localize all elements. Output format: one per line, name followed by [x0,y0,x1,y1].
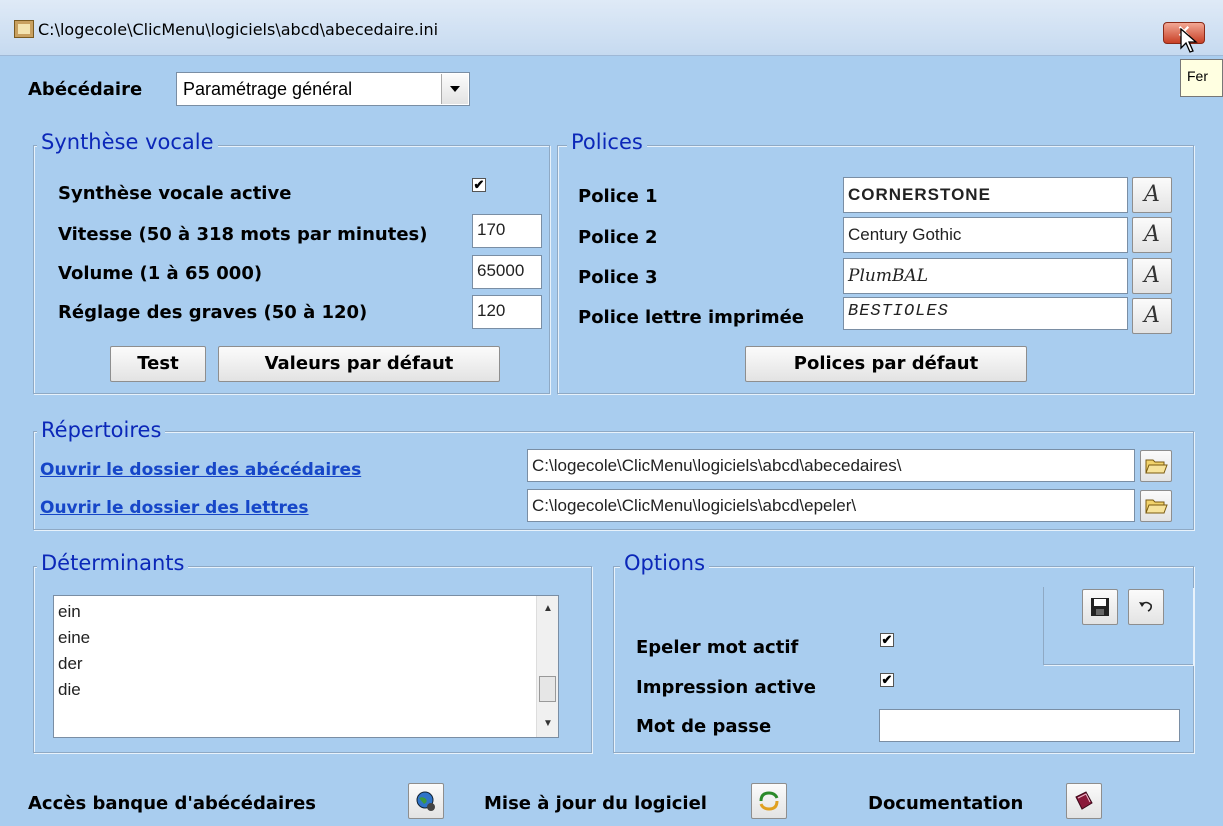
book-icon [1075,791,1093,810]
browse-lettres-button[interactable] [1140,490,1172,522]
folder-open-icon [1145,459,1168,474]
fonts-defaults-button[interactable]: Polices par défaut [745,346,1027,382]
vitesse-label: Vitesse (50 à 318 mots par minutes) [58,224,428,245]
options-title: Options [620,551,710,575]
chevron-down-icon [450,86,460,92]
determinants-title: Déterminants [37,551,189,575]
window-title: C:\logecole\ClicMenu\logiciels\abcd\abec… [38,20,439,39]
list-item[interactable]: eine [58,628,90,648]
scroll-thumb[interactable] [539,676,556,702]
police3-font-button[interactable]: A [1132,258,1172,294]
mouse-cursor-icon [1180,28,1198,53]
close-tooltip: Fer [1180,59,1223,97]
police3-label: Police 3 [578,267,658,288]
police2-font-button[interactable]: A [1132,217,1172,253]
scroll-up-icon[interactable]: ▲ [537,598,559,620]
vitesse-input[interactable]: 170 [472,214,542,248]
police1-label: Police 1 [578,186,658,207]
scroll-down-icon[interactable]: ▼ [537,713,559,735]
police1-font-button[interactable]: A [1132,177,1172,213]
list-item[interactable]: die [58,680,81,700]
test-button[interactable]: Test [110,346,206,382]
synthese-active-checkbox[interactable]: ✔ [472,178,486,192]
banque-label: Accès banque d'abécédaires [28,793,316,814]
banque-button[interactable] [408,783,444,819]
police2-label: Police 2 [578,227,658,248]
synthese-title: Synthèse vocale [37,130,218,154]
police-lettre-font-button[interactable]: A [1132,298,1172,334]
voice-defaults-button[interactable]: Valeurs par défaut [218,346,500,382]
browse-abecedaires-button[interactable] [1140,450,1172,482]
update-icon [759,791,779,811]
globe-icon [416,791,435,811]
list-scrollbar[interactable]: ▲ ▼ [536,596,558,737]
save-button[interactable] [1082,589,1118,625]
abecedaire-label: Abécédaire [28,79,143,100]
font-icon: A [1144,263,1160,288]
polices-title: Polices [567,130,647,154]
undo-button[interactable] [1128,589,1164,625]
volume-label: Volume (1 à 65 000) [58,263,263,284]
password-field[interactable] [879,709,1180,742]
abecedaire-select-value: Paramétrage général [183,79,353,99]
folder-open-icon [1145,499,1168,514]
abecedaires-path-field[interactable]: C:\logecole\ClicMenu\logiciels\abcd\abec… [527,449,1135,482]
undo-icon [1139,601,1152,612]
doc-label: Documentation [868,793,1024,814]
volume-input[interactable]: 65000 [472,255,542,289]
list-item[interactable]: der [58,654,83,674]
font-icon: A [1144,182,1160,207]
police-lettre-label: Police lettre imprimée [578,307,805,328]
impression-label: Impression active [636,677,816,698]
maj-label: Mise à jour du logiciel [484,793,707,814]
list-item[interactable]: ein [58,602,81,622]
repertoires-title: Répertoires [37,418,166,442]
determinants-list[interactable]: ein eine der die ▲ ▼ [53,595,559,738]
epeler-checkbox[interactable]: ✔ [880,633,894,647]
police1-field[interactable]: CORNERSTONE [843,177,1128,213]
app-icon [14,20,34,38]
police2-field[interactable]: Century Gothic [843,217,1128,253]
dropdown-button[interactable] [441,74,468,104]
font-icon: A [1144,222,1160,247]
synthese-active-label: Synthèse vocale active [58,183,292,204]
abecedaire-select[interactable]: Paramétrage général [176,72,470,106]
options-toolbar [1043,587,1193,665]
font-icon: A [1144,303,1160,328]
title-bar: C:\logecole\ClicMenu\logiciels\abcd\abec… [0,0,1223,56]
settings-window: C:\logecole\ClicMenu\logiciels\abcd\abec… [0,0,1223,826]
lettres-path-field[interactable]: C:\logecole\ClicMenu\logiciels\abcd\epel… [527,489,1135,522]
open-abecedaires-folder-link[interactable]: Ouvrir le dossier des abécédaires [40,460,361,480]
police3-field[interactable]: PlumBAL [843,258,1128,294]
open-lettres-folder-link[interactable]: Ouvrir le dossier des lettres [40,498,309,518]
documentation-button[interactable] [1066,783,1102,819]
graves-label: Réglage des graves (50 à 120) [58,302,368,323]
impression-checkbox[interactable]: ✔ [880,673,894,687]
update-button[interactable] [751,783,787,819]
floppy-disk-icon [1091,598,1109,616]
police-lettre-field[interactable]: BESTIOLES [843,297,1128,330]
graves-input[interactable]: 120 [472,295,542,329]
epeler-label: Epeler mot actif [636,637,799,658]
motdepasse-label: Mot de passe [636,716,772,737]
